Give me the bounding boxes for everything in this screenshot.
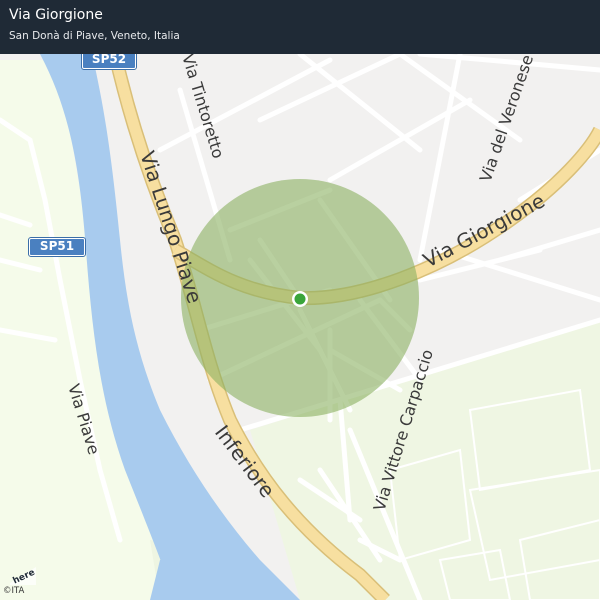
- current-location-marker[interactable]: [292, 291, 308, 307]
- map-canvas[interactable]: Via Giorgione Via Lungo Piave Inferiore …: [0, 0, 600, 600]
- here-logo-icon: here: [10, 567, 36, 585]
- road-shield-sp51: SP51: [28, 237, 86, 257]
- location-subtitle: San Donà di Piave, Veneto, Italia: [9, 30, 180, 42]
- location-header: Via Giorgione San Donà di Piave, Veneto,…: [0, 0, 600, 54]
- map-copyright: ©ITA: [3, 586, 25, 596]
- location-title: Via Giorgione: [9, 7, 103, 23]
